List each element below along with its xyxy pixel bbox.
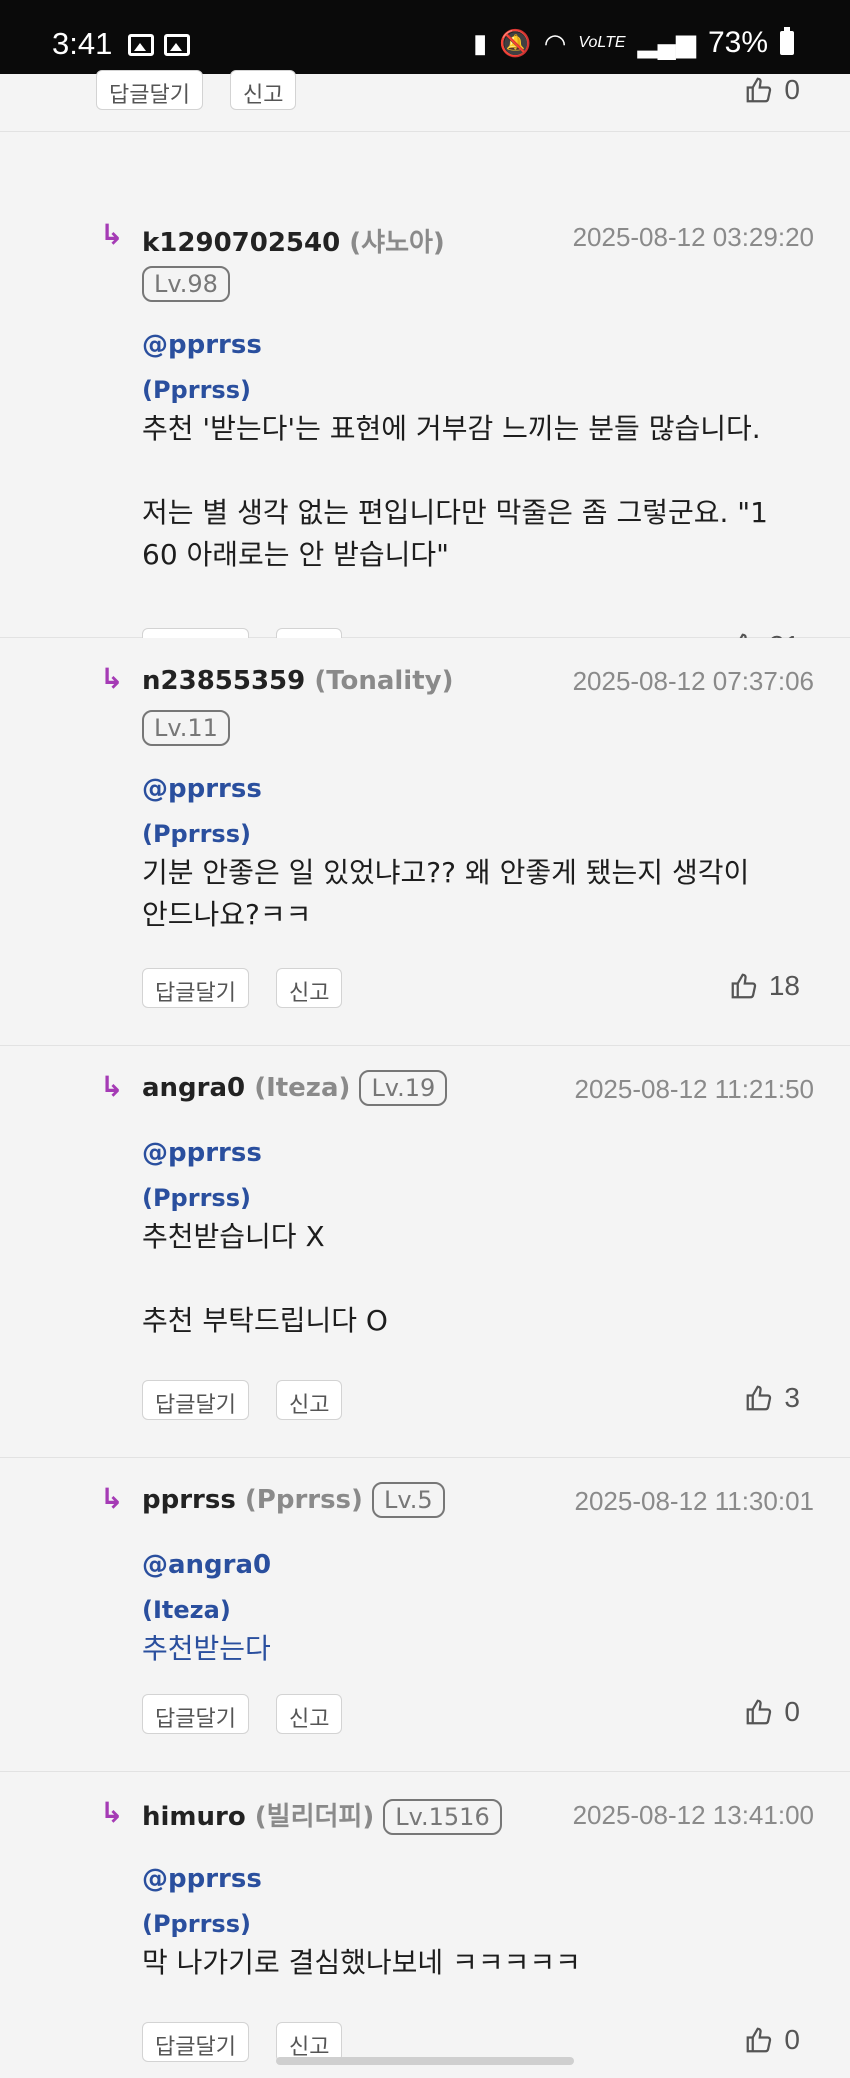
mention-link[interactable]: @pprrss [142, 1864, 262, 1894]
level-badge: Lv.11 [142, 710, 230, 746]
reply-button[interactable]: 답글달기 [142, 2022, 249, 2062]
report-button[interactable]: 신고 [230, 70, 297, 110]
reply-button[interactable]: 답글달기 [96, 70, 203, 110]
like-count: 0 [784, 1696, 800, 1727]
user-alias: (샤노아) [349, 228, 445, 258]
level-badge: Lv.1516 [383, 1799, 502, 1835]
user-alias: (빌리더피) [254, 1802, 375, 1832]
user-alias: (Tonality) [314, 666, 454, 696]
like-button[interactable]: 0 [744, 2024, 800, 2056]
mention-alias: (Iteza) [142, 1596, 231, 1624]
mention-link[interactable]: @pprrss [142, 330, 262, 360]
comment-date: 2025-08-12 11:21:50 [574, 1074, 815, 1104]
gesture-home-bar[interactable] [276, 2057, 574, 2065]
comment-body: 추천 '받는다'는 표현에 거부감 느끼는 분들 많습니다. 저는 별 생각 없… [142, 412, 768, 571]
mention-link[interactable]: @angra0 [142, 1550, 271, 1580]
comment-author[interactable]: k1290702540 (샤노아) [142, 222, 445, 259]
reply-button[interactable]: 답글달기 [142, 968, 249, 1008]
comment: ↳ k1290702540 (샤노아) 2025-08-12 03:29:20 … [0, 132, 850, 668]
comment-date: 2025-08-12 11:30:01 [574, 1486, 815, 1516]
status-indicators: ▮ 🔕 ◠ VoLTE ▂▄▆ 73% [473, 26, 794, 60]
comment-list: 답글달기 신고 0 ↳ k1290702540 (샤노아) 2025-08-12… [0, 70, 850, 2078]
comment-body: 추천받는다 [142, 1632, 271, 1665]
comment-author[interactable]: pprrss (Pprrss) Lv.5 [142, 1482, 445, 1518]
status-bar: 3:41 ▮ 🔕 ◠ VoLTE ▂▄▆ 73% [0, 0, 850, 74]
gallery-notification-icon [128, 34, 154, 56]
mention-alias: (Pprrss) [142, 376, 251, 404]
thumbs-up-icon [731, 973, 757, 999]
reply-arrow-icon: ↳ [100, 1482, 124, 1515]
comment-date: 2025-08-12 07:37:06 [572, 666, 814, 696]
like-count: 0 [784, 74, 800, 105]
mention-link[interactable]: @pprrss [142, 1138, 262, 1168]
reply-button[interactable]: 답글달기 [142, 1694, 249, 1734]
username[interactable]: angra0 [142, 1073, 245, 1103]
comment-date: 2025-08-12 13:41:00 [572, 1800, 814, 1830]
mention-alias: (Pprrss) [142, 1184, 251, 1212]
comment-author[interactable]: angra0 (Iteza) Lv.19 [142, 1070, 448, 1106]
comment-date: 2025-08-12 03:29:20 [572, 222, 814, 252]
comment-author[interactable]: n23855359 (Tonality) [142, 666, 453, 696]
like-button[interactable]: 3 [744, 1382, 800, 1414]
reply-arrow-icon: ↳ [100, 1070, 124, 1103]
battery-saver-icon: ▮ [473, 27, 488, 58]
username[interactable]: himuro [142, 1802, 246, 1832]
reply-arrow-icon: ↳ [100, 1796, 124, 1829]
thumbs-up-icon [747, 1385, 772, 1411]
thumbs-up-icon [747, 1699, 772, 1725]
like-count: 3 [784, 1382, 800, 1413]
report-button[interactable]: 신고 [276, 968, 343, 1008]
comment-body: 기분 안좋은 일 있었냐고?? 왜 안좋게 됐는지 생각이 안드나요?ㅋㅋ [142, 856, 750, 931]
thumbs-up-icon [747, 77, 772, 103]
mention-link[interactable]: @pprrss [142, 774, 262, 804]
status-time: 3:41 [52, 26, 113, 61]
comment: ↳ angra0 (Iteza) Lv.19 2025-08-12 11:21:… [0, 1046, 850, 1458]
user-alias: (Iteza) [254, 1073, 351, 1103]
mention-alias: (Pprrss) [142, 1910, 251, 1938]
like-button[interactable]: 0 [744, 74, 800, 106]
like-count: 0 [784, 2024, 800, 2055]
like-count: 18 [768, 970, 800, 1001]
battery-icon [780, 27, 794, 55]
level-badge: Lv.19 [359, 1070, 448, 1106]
report-button[interactable]: 신고 [276, 2022, 343, 2062]
level-badge: Lv.5 [371, 1482, 445, 1518]
comment-partial: 답글달기 신고 0 [0, 70, 850, 132]
reply-button[interactable]: 답글달기 [142, 1380, 249, 1420]
reply-arrow-icon: ↳ [100, 662, 124, 695]
report-button[interactable]: 신고 [276, 1380, 343, 1420]
gallery-notification-icon-2 [164, 34, 190, 56]
wifi-icon: ◠ [543, 27, 567, 58]
signal-icon: ▂▄▆ [637, 27, 696, 58]
mute-icon: 🔕 [499, 27, 532, 58]
report-button[interactable]: 신고 [276, 1694, 343, 1734]
comment: ↳ himuro (빌리더피) Lv.1516 2025-08-12 13:41… [0, 1772, 850, 2078]
reply-arrow-icon: ↳ [100, 218, 124, 251]
thumbs-up-icon [747, 2027, 772, 2053]
username[interactable]: k1290702540 [142, 228, 340, 258]
battery-percent: 73% [707, 26, 768, 59]
user-alias: (Pprrss) [244, 1485, 363, 1515]
username[interactable]: n23855359 [142, 666, 305, 696]
username[interactable]: pprrss [142, 1485, 236, 1515]
mention-alias: (Pprrss) [142, 820, 251, 848]
comment: ↳ n23855359 (Tonality) 2025-08-12 07:37:… [0, 638, 850, 1046]
like-button[interactable]: 0 [744, 1696, 800, 1728]
like-button[interactable]: 18 [729, 970, 800, 1002]
volte-label: VoLTE [578, 34, 626, 51]
level-badge: Lv.98 [142, 266, 230, 302]
comment-body: 추천받습니다 X 추천 부탁드립니다 O [142, 1220, 388, 1337]
comment-author[interactable]: himuro (빌리더피) Lv.1516 [142, 1796, 502, 1835]
comment-body: 막 나가기로 결심했나보네 ㅋㅋㅋㅋㅋ [142, 1946, 581, 1979]
comment: ↳ pprrss (Pprrss) Lv.5 2025-08-12 11:30:… [0, 1458, 850, 1772]
